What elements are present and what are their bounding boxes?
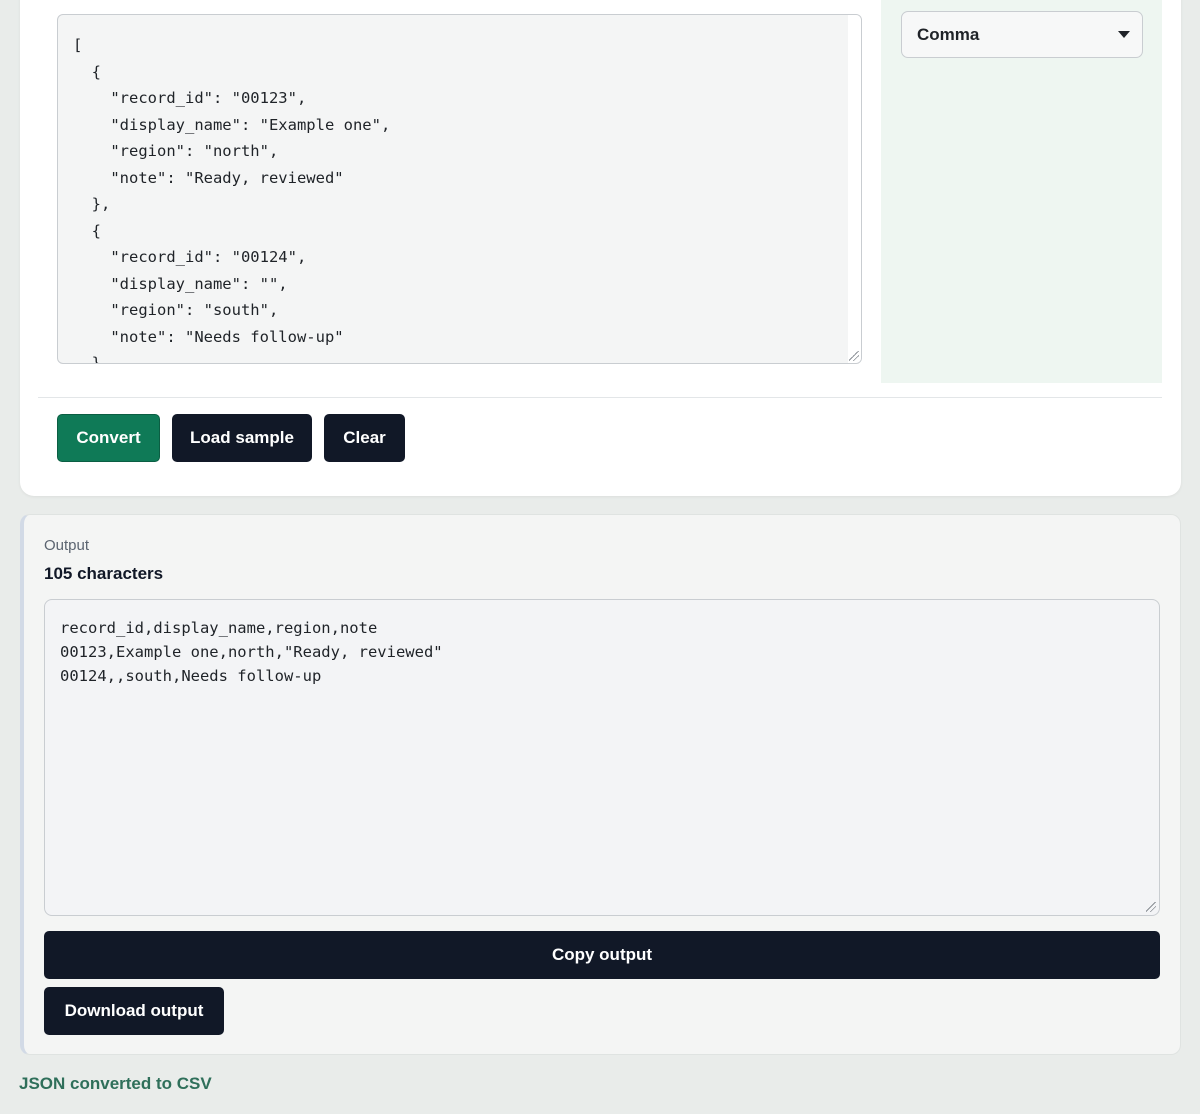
- copy-output-button[interactable]: Copy output: [44, 931, 1160, 979]
- json-input-textarea[interactable]: [ { "record_id": "00123", "display_name"…: [57, 14, 862, 364]
- delimiter-select[interactable]: Comma: [901, 11, 1143, 58]
- download-output-button[interactable]: Download output: [44, 987, 224, 1035]
- clear-button[interactable]: Clear: [324, 414, 405, 462]
- output-character-count: 105 characters: [44, 564, 164, 583]
- divider: [38, 397, 1162, 398]
- input-card: [ { "record_id": "00123", "display_name"…: [20, 0, 1181, 496]
- convert-button[interactable]: Convert: [57, 414, 160, 462]
- delimiter-selected-value: Comma: [917, 24, 980, 44]
- resize-grip-icon[interactable]: [849, 351, 859, 361]
- resize-grip-icon[interactable]: [1146, 902, 1156, 912]
- chevron-down-icon: [1118, 31, 1130, 38]
- load-sample-button[interactable]: Load sample: [172, 414, 312, 462]
- json-input-text[interactable]: [ { "record_id": "00123", "display_name"…: [58, 15, 861, 363]
- output-card: Output 105 characters record_id,display_…: [20, 514, 1181, 1055]
- editor-scrollbar[interactable]: [848, 15, 861, 363]
- status-message: JSON converted to CSV: [19, 1074, 212, 1093]
- csv-output-textarea[interactable]: record_id,display_name,region,note 00123…: [44, 599, 1160, 916]
- options-panel: Comma: [881, 0, 1162, 383]
- output-label: Output: [44, 537, 90, 554]
- csv-output-text[interactable]: record_id,display_name,region,note 00123…: [45, 600, 1159, 688]
